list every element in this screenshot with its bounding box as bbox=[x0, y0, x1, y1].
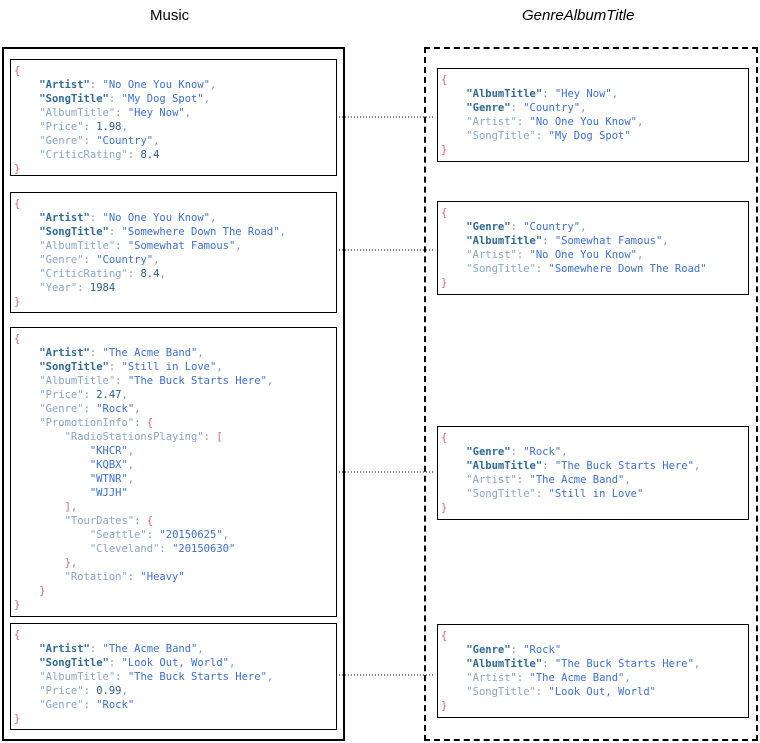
json-line: "Genre": "Rock", bbox=[466, 446, 568, 458]
json-line: "AlbumTitle": "Hey Now", bbox=[39, 107, 192, 119]
left-item-json: { "Artist": "No One You Know", "SongTitl… bbox=[14, 64, 216, 176]
json-line: "Genre": "Rock" bbox=[466, 644, 562, 656]
left-item-json: { "Artist": "The Acme Band", "SongTitle"… bbox=[14, 628, 273, 726]
json-line: "Genre": "Country", bbox=[39, 254, 160, 266]
json-line: "Artist": "The Acme Band", bbox=[466, 672, 631, 684]
json-line: { bbox=[441, 74, 448, 86]
json-line: "SongTitle": "My Dog Spot" bbox=[466, 130, 631, 142]
json-line: "Rotation": "Heavy" bbox=[64, 571, 185, 583]
json-line: ], bbox=[64, 501, 78, 513]
json-line: { bbox=[441, 432, 448, 444]
right-item: { "AlbumTitle": "Hey Now", "Genre": "Cou… bbox=[437, 68, 749, 162]
json-line: "Genre": "Rock", bbox=[39, 403, 141, 415]
json-line: { bbox=[441, 630, 448, 642]
json-line: "WTNR", bbox=[89, 473, 135, 485]
json-line: } bbox=[441, 144, 448, 156]
json-line: } bbox=[14, 163, 21, 175]
json-line: "Artist": "No One You Know", bbox=[39, 212, 217, 224]
json-line: } bbox=[14, 599, 21, 611]
json-line: "Price": 0.99, bbox=[39, 685, 128, 697]
json-line: "AlbumTitle": "The Buck Starts Here", bbox=[39, 671, 274, 683]
json-line: "AlbumTitle": "The Buck Starts Here", bbox=[39, 375, 274, 387]
json-line: "Artist": "No One You Know", bbox=[466, 116, 644, 128]
json-line: "Artist": "No One You Know", bbox=[39, 79, 217, 91]
json-line: "Price": 1.98, bbox=[39, 121, 128, 133]
json-line: "Seattle": "20150625", bbox=[89, 529, 229, 541]
json-line: "Price": 2.47, bbox=[39, 389, 128, 401]
json-line: "AlbumTitle": "Somewhat Famous", bbox=[466, 235, 669, 247]
json-line: "Artist": "The Acme Band", bbox=[39, 643, 204, 655]
json-line: "AlbumTitle": "Hey Now", bbox=[466, 88, 619, 100]
json-line: "AlbumTitle": "The Buck Starts Here", bbox=[466, 460, 701, 472]
right-item-json: { "Genre": "Rock", "AlbumTitle": "The Bu… bbox=[441, 431, 700, 515]
json-line: }, bbox=[64, 557, 78, 569]
json-line: "Genre": "Country", bbox=[39, 135, 160, 147]
json-line: "CriticRating": 8.4 bbox=[39, 149, 160, 161]
json-line: "AlbumTitle": "Somewhat Famous", bbox=[39, 240, 242, 252]
left-item: { "Artist": "The Acme Band", "SongTitle"… bbox=[10, 623, 337, 730]
json-line: "RadioStationsPlaying": [ bbox=[64, 431, 223, 443]
json-line: "WJJH" bbox=[89, 487, 128, 499]
json-line: "Cleveland": "20150630" bbox=[89, 543, 236, 555]
json-line: "SongTitle": "Look Out, World" bbox=[466, 686, 656, 698]
music-table-title: Music bbox=[150, 7, 190, 24]
left-item-json: { "Artist": "The Acme Band", "SongTitle"… bbox=[14, 332, 273, 612]
left-item: { "Artist": "No One You Know", "SongTitl… bbox=[10, 59, 337, 176]
json-line: "Genre": "Rock" bbox=[39, 699, 135, 711]
json-line: "AlbumTitle": "The Buck Starts Here", bbox=[466, 658, 701, 670]
left-item: { "Artist": "No One You Know", "SongTitl… bbox=[10, 192, 337, 313]
left-item-json: { "Artist": "No One You Know", "SongTitl… bbox=[14, 197, 286, 309]
json-line: "Year": 1984 bbox=[39, 282, 116, 294]
right-item: { "Genre": "Country", "AlbumTitle": "Som… bbox=[437, 201, 749, 295]
json-line: } bbox=[441, 277, 448, 289]
json-line: { bbox=[14, 65, 21, 77]
json-line: "Genre": "Country", bbox=[466, 102, 587, 114]
json-line: "TourDates": { bbox=[64, 515, 154, 527]
json-line: { bbox=[14, 333, 21, 345]
json-line: "SongTitle": "Still in Love" bbox=[466, 488, 644, 500]
json-line: } bbox=[441, 502, 448, 514]
json-line: } bbox=[441, 700, 448, 712]
json-line: "SongTitle": "Still in Love", bbox=[39, 361, 223, 373]
json-line: } bbox=[14, 713, 21, 725]
json-line: "PromotionInfo": { bbox=[39, 417, 154, 429]
genre-album-title-index-title: GenreAlbumTitle bbox=[522, 7, 635, 24]
json-line: "SongTitle": "Somewhere Down The Road", bbox=[39, 226, 286, 238]
json-line: { bbox=[14, 198, 21, 210]
json-line: "SongTitle": "Look Out, World", bbox=[39, 657, 236, 669]
json-line: } bbox=[14, 296, 21, 308]
json-line: "CriticRating": 8.4, bbox=[39, 268, 166, 280]
left-item: { "Artist": "The Acme Band", "SongTitle"… bbox=[10, 327, 337, 617]
json-line: { bbox=[441, 207, 448, 219]
json-line: "Artist": "No One You Know", bbox=[466, 249, 644, 261]
right-item-json: { "Genre": "Rock" "AlbumTitle": "The Buc… bbox=[441, 629, 700, 713]
json-line: "SongTitle": "Somewhere Down The Road" bbox=[466, 263, 707, 275]
json-line: "Artist": "The Acme Band", bbox=[466, 474, 631, 486]
right-item: { "Genre": "Rock", "AlbumTitle": "The Bu… bbox=[437, 426, 749, 520]
json-line: "KHCR", bbox=[89, 445, 135, 457]
json-line: "Genre": "Country", bbox=[466, 221, 587, 233]
right-item-json: { "Genre": "Country", "AlbumTitle": "Som… bbox=[441, 206, 707, 290]
json-line: "Artist": "The Acme Band", bbox=[39, 347, 204, 359]
json-line: "KQBX", bbox=[89, 459, 135, 471]
json-line: "SongTitle": "My Dog Spot", bbox=[39, 93, 211, 105]
right-item: { "Genre": "Rock" "AlbumTitle": "The Buc… bbox=[437, 624, 749, 718]
json-line: } bbox=[39, 585, 46, 597]
json-line: { bbox=[14, 629, 21, 641]
right-item-json: { "AlbumTitle": "Hey Now", "Genre": "Cou… bbox=[441, 73, 643, 157]
